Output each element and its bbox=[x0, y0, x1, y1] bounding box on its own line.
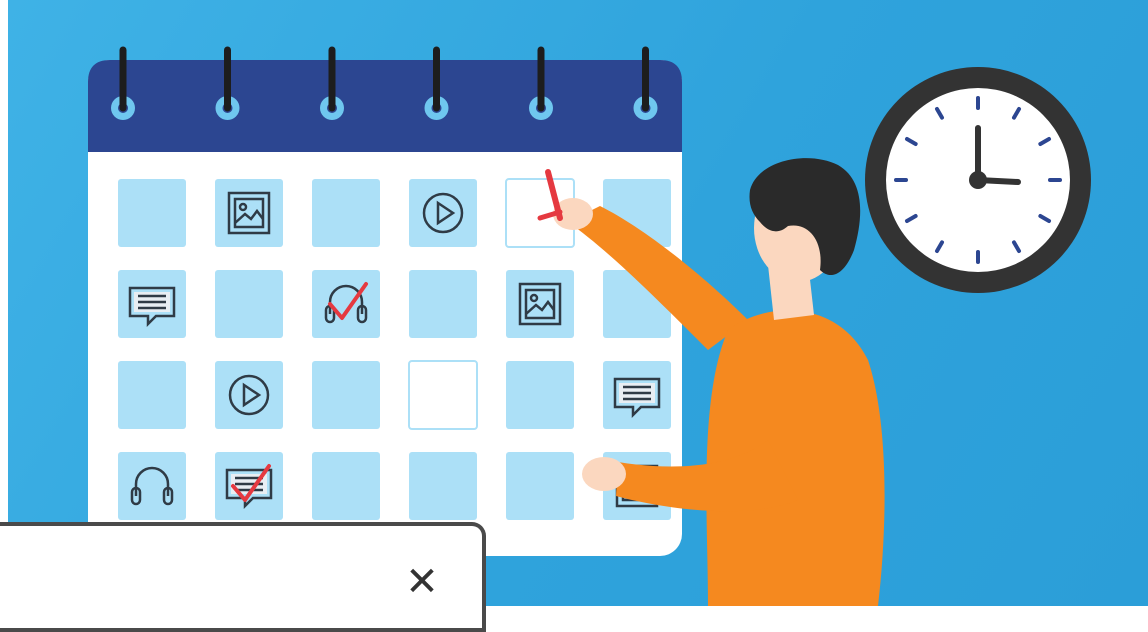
clock-center bbox=[969, 171, 987, 189]
close-icon[interactable]: ✕ bbox=[402, 562, 442, 602]
calendar-cell bbox=[118, 179, 186, 247]
calendar-cell bbox=[603, 361, 671, 429]
calendar-cell bbox=[118, 361, 186, 429]
calendar-cell bbox=[409, 179, 477, 247]
calendar-cell bbox=[506, 270, 574, 338]
calendar-cell bbox=[215, 452, 283, 520]
calendar-cell bbox=[409, 270, 477, 338]
calendar-cell bbox=[409, 452, 477, 520]
calendar-cell bbox=[408, 360, 478, 430]
hero-illustration bbox=[8, 0, 1148, 606]
calendar-cell bbox=[312, 270, 380, 338]
calendar-scene bbox=[88, 46, 1091, 606]
calendar-cell bbox=[118, 270, 186, 338]
lower-hand bbox=[582, 457, 626, 491]
calendar-header bbox=[88, 60, 682, 152]
calendar-cell bbox=[312, 452, 380, 520]
calendar-cell bbox=[215, 361, 283, 429]
calendar-cell bbox=[215, 270, 283, 338]
calendar-cell bbox=[506, 452, 574, 520]
calendar-cell bbox=[118, 452, 186, 520]
wall-clock bbox=[865, 67, 1091, 293]
calendar-cell bbox=[312, 179, 380, 247]
calendar-cell bbox=[312, 361, 380, 429]
calendar-cell bbox=[506, 361, 574, 429]
calendar-cell bbox=[215, 179, 283, 247]
